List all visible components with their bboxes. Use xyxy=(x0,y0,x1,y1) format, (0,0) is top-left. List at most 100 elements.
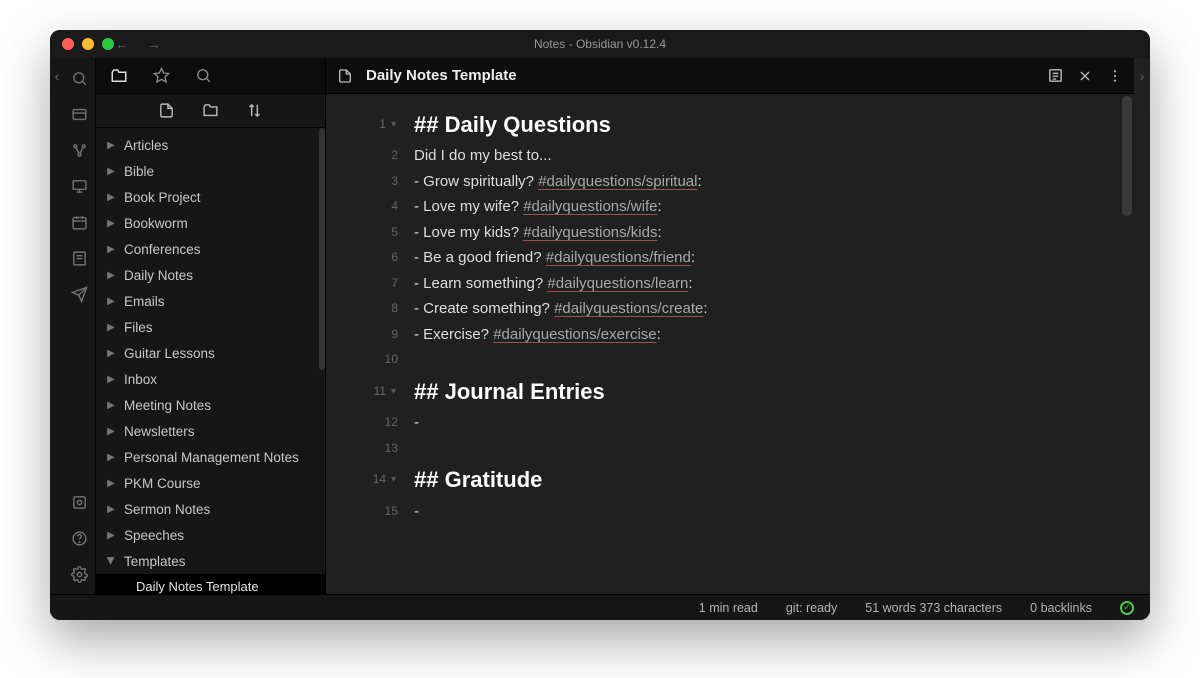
line-content[interactable]: Did I do my best to... xyxy=(414,143,1104,169)
minimize-window-button[interactable] xyxy=(82,38,94,50)
folder-item[interactable]: ▶Articles xyxy=(96,132,325,158)
chevron-icon[interactable]: ▶ xyxy=(106,270,116,280)
editor[interactable]: 1▼## Daily Questions2Did I do my best to… xyxy=(326,94,1134,594)
editor-line[interactable]: 3- Grow spiritually? #dailyquestions/spi… xyxy=(326,169,1134,195)
editor-line[interactable]: 14▼## Gratitude xyxy=(326,461,1134,498)
search-icon[interactable] xyxy=(70,68,90,88)
line-content[interactable]: - Grow spiritually? #dailyquestions/spir… xyxy=(414,169,1104,195)
chevron-icon[interactable]: ▶ xyxy=(106,530,116,540)
file-item[interactable]: Daily Notes Template xyxy=(96,574,325,594)
folder-item[interactable]: ▶Files xyxy=(96,314,325,340)
line-content[interactable] xyxy=(414,347,1104,373)
folder-item[interactable]: ▶Guitar Lessons xyxy=(96,340,325,366)
chevron-icon[interactable]: ▶ xyxy=(106,426,116,436)
chevron-icon[interactable]: ▶ xyxy=(106,348,116,358)
settings-icon[interactable] xyxy=(70,564,90,584)
folder-item[interactable]: ▶Templates xyxy=(96,548,325,574)
star-tab-icon[interactable] xyxy=(152,67,170,85)
chevron-icon[interactable]: ▶ xyxy=(106,374,116,384)
editor-line[interactable]: 7- Learn something? #dailyquestions/lear… xyxy=(326,271,1134,297)
close-pane-icon[interactable] xyxy=(1076,67,1094,85)
folder-item[interactable]: ▶PKM Course xyxy=(96,470,325,496)
left-collapse-button[interactable]: ‹ xyxy=(50,58,64,594)
vault-icon[interactable] xyxy=(70,492,90,512)
line-content[interactable]: ## Daily Questions xyxy=(414,106,1104,143)
close-window-button[interactable] xyxy=(62,38,74,50)
editor-line[interactable]: 8- Create something? #dailyquestions/cre… xyxy=(326,296,1134,322)
scrollbar[interactable] xyxy=(319,128,325,370)
nav-back-button[interactable]: ← xyxy=(115,36,129,52)
folder-item[interactable]: ▶Speeches xyxy=(96,522,325,548)
chevron-icon[interactable]: ▶ xyxy=(106,556,116,566)
chevron-icon[interactable]: ▶ xyxy=(106,296,116,306)
hashtag-link[interactable]: #dailyquestions/spiritual xyxy=(538,173,697,190)
line-content[interactable]: - Learn something? #dailyquestions/learn… xyxy=(414,271,1104,297)
editor-line[interactable]: 9- Exercise? #dailyquestions/exercise: xyxy=(326,322,1134,348)
line-content[interactable]: - Love my wife? #dailyquestions/wife: xyxy=(414,194,1104,220)
line-content[interactable]: ## Journal Entries xyxy=(414,373,1104,410)
right-collapse-button[interactable]: › xyxy=(1134,58,1150,594)
editor-line[interactable]: 12- xyxy=(326,410,1134,436)
editor-line[interactable]: 15- xyxy=(326,499,1134,525)
graph-icon[interactable] xyxy=(70,140,90,160)
help-icon[interactable] xyxy=(70,528,90,548)
line-content[interactable]: - Exercise? #dailyquestions/exercise: xyxy=(414,322,1104,348)
hashtag-link[interactable]: #dailyquestions/learn xyxy=(547,275,688,292)
note-title[interactable]: Daily Notes Template xyxy=(366,67,1034,84)
template-icon[interactable] xyxy=(70,248,90,268)
line-content[interactable]: - Love my kids? #dailyquestions/kids: xyxy=(414,220,1104,246)
folder-item[interactable]: ▶Daily Notes xyxy=(96,262,325,288)
editor-line[interactable]: 11▼## Journal Entries xyxy=(326,373,1134,410)
editor-line[interactable]: 6- Be a good friend? #dailyquestions/fri… xyxy=(326,245,1134,271)
editor-line[interactable]: 2Did I do my best to... xyxy=(326,143,1134,169)
chevron-icon[interactable]: ▶ xyxy=(106,478,116,488)
chevron-icon[interactable]: ▶ xyxy=(106,400,116,410)
folder-item[interactable]: ▶Personal Management Notes xyxy=(96,444,325,470)
hashtag-link[interactable]: #dailyquestions/exercise xyxy=(493,326,656,343)
folder-item[interactable]: ▶Emails xyxy=(96,288,325,314)
file-tree[interactable]: ▶Articles▶Bible▶Book Project▶Bookworm▶Co… xyxy=(96,128,325,594)
maximize-window-button[interactable] xyxy=(102,38,114,50)
new-folder-icon[interactable] xyxy=(202,102,220,120)
sort-icon[interactable] xyxy=(246,102,264,120)
new-note-icon[interactable] xyxy=(158,102,176,120)
chevron-icon[interactable]: ▶ xyxy=(106,452,116,462)
folder-item[interactable]: ▶Sermon Notes xyxy=(96,496,325,522)
quick-switcher-icon[interactable] xyxy=(70,104,90,124)
editor-line[interactable]: 1▼## Daily Questions xyxy=(326,106,1134,143)
hashtag-link[interactable]: #dailyquestions/kids xyxy=(523,224,657,241)
files-tab-icon[interactable] xyxy=(110,67,128,85)
folder-item[interactable]: ▶Conferences xyxy=(96,236,325,262)
chevron-icon[interactable]: ▶ xyxy=(106,218,116,228)
line-content[interactable]: - xyxy=(414,410,1104,436)
hashtag-link[interactable]: #dailyquestions/create xyxy=(554,300,703,317)
chevron-icon[interactable]: ▶ xyxy=(106,192,116,202)
chevron-icon[interactable]: ▶ xyxy=(106,140,116,150)
folder-item[interactable]: ▶Bible xyxy=(96,158,325,184)
editor-line[interactable]: 10 xyxy=(326,347,1134,373)
line-content[interactable]: - xyxy=(414,499,1104,525)
editor-line[interactable]: 13 xyxy=(326,436,1134,462)
folder-item[interactable]: ▶Newsletters xyxy=(96,418,325,444)
folder-item[interactable]: ▶Bookworm xyxy=(96,210,325,236)
publish-icon[interactable] xyxy=(70,284,90,304)
editor-line[interactable]: 4- Love my wife? #dailyquestions/wife: xyxy=(326,194,1134,220)
presentation-icon[interactable] xyxy=(70,176,90,196)
more-options-icon[interactable] xyxy=(1106,67,1124,85)
hashtag-link[interactable]: #dailyquestions/wife xyxy=(523,198,657,215)
chevron-icon[interactable]: ▶ xyxy=(106,504,116,514)
search-tab-icon[interactable] xyxy=(194,67,212,85)
preview-toggle-icon[interactable] xyxy=(1046,67,1064,85)
line-content[interactable]: - Create something? #dailyquestions/crea… xyxy=(414,296,1104,322)
chevron-icon[interactable]: ▶ xyxy=(106,166,116,176)
chevron-icon[interactable]: ▶ xyxy=(106,244,116,254)
line-content[interactable]: ## Gratitude xyxy=(414,461,1104,498)
folder-item[interactable]: ▶Inbox xyxy=(96,366,325,392)
calendar-icon[interactable] xyxy=(70,212,90,232)
line-content[interactable] xyxy=(414,436,1104,462)
folder-item[interactable]: ▶Meeting Notes xyxy=(96,392,325,418)
editor-line[interactable]: 5- Love my kids? #dailyquestions/kids: xyxy=(326,220,1134,246)
hashtag-link[interactable]: #dailyquestions/friend xyxy=(546,249,691,266)
editor-scrollbar[interactable] xyxy=(1122,96,1132,216)
nav-forward-button[interactable]: → xyxy=(147,36,161,52)
